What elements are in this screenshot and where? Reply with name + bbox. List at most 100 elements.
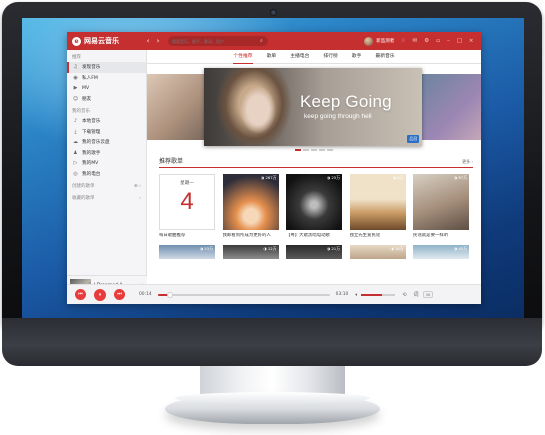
pause-button[interactable]: ⏸: [94, 288, 106, 301]
sidebar-item-fm[interactable]: ◉ 私人FM: [67, 73, 146, 84]
progress-knob[interactable]: [166, 291, 173, 298]
carousel-dot[interactable]: [311, 149, 317, 151]
banner-subtitle: keep going through hell: [304, 113, 372, 120]
download-icon: ⤓: [74, 128, 77, 135]
collected-playlists-label: 收藏的歌单: [72, 196, 95, 201]
add-playlist-icon[interactable]: ⊕ ›: [134, 184, 141, 189]
carousel-dot[interactable]: [295, 149, 301, 151]
settings-icon[interactable]: ⚙: [424, 38, 429, 44]
title-bar: e 网易云音乐 ‹ › ⌕ 新监测者 ♢ ✉ ⚙ ▫ – □ ×: [67, 32, 481, 50]
loop-mode-icon[interactable]: ⟲: [402, 292, 406, 298]
app-logo[interactable]: e 网易云音乐: [72, 36, 142, 46]
playlist-cover[interactable]: ◑ 25万: [286, 173, 342, 230]
player-bar: ⏮ ⏸ ⏭ 00:14 03:10 🔈︎ ⟲ 词 30: [67, 284, 481, 304]
music-note-icon: ♫: [73, 64, 78, 71]
banner-slide[interactable]: Keep Going keep going through hell 品冠: [204, 68, 422, 146]
sidebar-item-label: 我的电台: [82, 171, 101, 177]
previous-button[interactable]: ⏮: [75, 289, 86, 300]
tab-charts[interactable]: 排行榜: [323, 50, 337, 64]
playlist-card-daily[interactable]: 星期一 4 每日歌曲推荐: [159, 173, 215, 245]
playlist-cover[interactable]: ◑ 45万: [413, 244, 469, 259]
chevron-right-icon[interactable]: ›: [139, 196, 141, 201]
local-music-icon: ♪: [73, 118, 78, 125]
playlist-card[interactable]: ◑ 267万 我却看到所成为更好的人: [222, 173, 279, 245]
monitor-stand-base-top: [175, 392, 370, 404]
forward-arrow-icon[interactable]: ›: [154, 37, 162, 45]
close-icon[interactable]: ×: [469, 38, 474, 44]
tab-bar: 个性推荐 歌单 主播电台 排行榜 歌手 最新音乐: [147, 50, 481, 64]
user-avatar[interactable]: [364, 36, 374, 46]
progress-bar[interactable]: [157, 291, 330, 298]
sidebar-section-title: 我的音乐: [72, 109, 90, 114]
sidebar-item-cloud[interactable]: ☁ 我的音乐云盘: [67, 137, 146, 148]
playlist-label[interactable]: 独立先生爱民谣: [350, 233, 406, 245]
more-link[interactable]: 更多 ›: [462, 159, 473, 165]
playlist-label[interactable]: 【粤】大歌黑暗电动歌: [286, 233, 342, 245]
sidebar-item-discover[interactable]: ♫ 发现音乐: [67, 62, 146, 73]
search-box[interactable]: ⌕: [168, 36, 268, 46]
playlist-cover[interactable]: ◑ 18万: [349, 244, 406, 259]
minimize-icon[interactable]: –: [447, 38, 450, 44]
maximize-icon[interactable]: □: [457, 38, 462, 44]
banner-prev-slide[interactable]: [147, 74, 207, 140]
sidebar-item-label: 下载管理: [82, 129, 101, 135]
tab-radio[interactable]: 主播电台: [290, 50, 309, 64]
sidebar-item-artists[interactable]: ♟ 我的歌手: [67, 148, 146, 159]
created-playlists-label: 创建的歌单: [72, 184, 95, 189]
play-count: ◑ 25万: [326, 174, 340, 180]
next-button[interactable]: ⏭: [114, 289, 125, 300]
playlist-cover[interactable]: ◑ 21万: [286, 244, 342, 259]
playlist-cover[interactable]: ◑ 87万: [413, 173, 469, 230]
username[interactable]: 新监测者: [376, 38, 394, 44]
banner-title: Keep Going: [300, 92, 392, 111]
daily-calendar[interactable]: 星期一 4: [159, 173, 215, 230]
sidebar-item-label: 私人FM: [82, 75, 98, 81]
playlist-label[interactable]: 我却看到所成为更好的人: [223, 233, 279, 245]
skin-icon[interactable]: ♢: [401, 38, 406, 44]
search-input[interactable]: [172, 38, 260, 44]
sidebar-item-mv[interactable]: ▶ MV: [67, 83, 146, 94]
sidebar-item-friends[interactable]: ☺ 朋友: [67, 94, 146, 105]
playlist-cover[interactable]: ◑ 12万: [222, 244, 279, 259]
playlist-card[interactable]: ◑ 8万 独立先生爱民谣: [349, 173, 406, 245]
play-count: ◑ 18万: [390, 245, 404, 251]
tab-artists[interactable]: 歌手: [352, 50, 362, 64]
playlist-cover[interactable]: ◑ 267万: [222, 173, 279, 230]
radio-station-icon: ◎: [73, 170, 78, 177]
play-count: ◑ 53万: [199, 245, 213, 251]
playlist-card[interactable]: ◑ 25万 【粤】大歌黑暗电动歌: [286, 173, 342, 245]
cloud-icon: ☁: [73, 139, 78, 146]
playlist-count-badge[interactable]: 30: [422, 291, 434, 298]
sidebar-item-local-music[interactable]: ♪ 本地音乐: [67, 116, 146, 127]
tab-playlists[interactable]: 歌单: [267, 50, 277, 64]
sidebar-item-downloads[interactable]: ⤓ 下载管理: [67, 127, 146, 138]
banner-next-slide[interactable]: [421, 74, 481, 140]
back-arrow-icon[interactable]: ‹: [144, 37, 152, 45]
banner-carousel: Keep Going keep going through hell 品冠: [147, 68, 481, 148]
created-playlists-header[interactable]: 创建的歌单 ⊕ ›: [67, 179, 146, 191]
playlist-cover[interactable]: ◑ 8万: [349, 173, 406, 230]
playlist-card[interactable]: ◑ 87万 民谣就是要一样听: [413, 173, 469, 245]
tab-recommend[interactable]: 个性推荐: [233, 50, 253, 64]
play-count: ◑ 8万: [392, 174, 404, 180]
main-content: 个性推荐 歌单 主播电台 排行榜 歌手 最新音乐 Keep Going keep…: [147, 50, 481, 284]
carousel-dot[interactable]: [327, 149, 333, 151]
radio-icon: ◉: [73, 74, 78, 81]
volume-slider[interactable]: [361, 293, 396, 296]
sidebar-item-my-mv[interactable]: ▷ 我的MV: [67, 158, 146, 169]
carousel-dot[interactable]: [303, 149, 309, 151]
tab-new-music[interactable]: 最新音乐: [375, 50, 394, 64]
mini-mode-icon[interactable]: ▫: [436, 38, 440, 44]
playlist-cover[interactable]: ◑ 53万: [159, 244, 215, 259]
lyrics-icon[interactable]: 词: [414, 291, 419, 298]
volume-icon[interactable]: 🔈︎: [355, 292, 358, 298]
mail-icon[interactable]: ✉: [413, 38, 418, 44]
carousel-dot[interactable]: [319, 149, 325, 151]
search-icon[interactable]: ⌕: [260, 38, 263, 44]
playlist-label[interactable]: 民谣就是要一样听: [413, 233, 469, 245]
collected-playlists-header[interactable]: 收藏的歌单 ›: [67, 191, 146, 203]
sidebar-item-my-radio[interactable]: ◎ 我的电台: [67, 169, 146, 180]
singer-icon: ♟: [73, 149, 78, 156]
sidebar-item-label: 我的MV: [82, 161, 99, 167]
playlist-label[interactable]: 每日歌曲推荐: [159, 233, 215, 245]
